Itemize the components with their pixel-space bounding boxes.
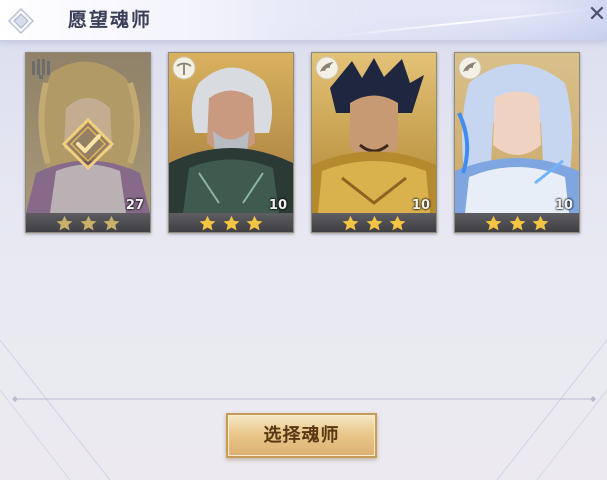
star-icon (389, 215, 406, 231)
star-rating (56, 214, 120, 232)
soul-master-card-list: 27 10 10 10 (0, 0, 607, 240)
soul-master-card-3[interactable]: 10 (311, 52, 437, 233)
lock-bars-icon (32, 59, 50, 79)
star-icon (80, 215, 96, 231)
star-icon (509, 215, 525, 231)
star-icon (56, 215, 73, 231)
corner-decoration (0, 339, 111, 480)
star-rating (485, 214, 549, 232)
star-icon (366, 215, 382, 231)
level-label: 10 (411, 198, 430, 213)
star-icon (103, 215, 120, 231)
star-icon (485, 215, 502, 231)
soul-master-card-2[interactable]: 10 (168, 52, 294, 233)
staff-icon (172, 56, 196, 80)
level-label: 10 (268, 198, 287, 213)
star-icon (199, 215, 216, 231)
soul-master-card-1[interactable]: 27 (25, 52, 151, 233)
selected-checkmark-icon (62, 118, 114, 170)
star-rating (199, 214, 263, 232)
corner-decoration (496, 339, 607, 480)
level-label: 27 (125, 198, 144, 213)
level-label: 10 (554, 198, 573, 213)
star-icon (246, 215, 263, 231)
star-icon (342, 215, 359, 231)
soul-master-card-4[interactable]: 10 (454, 52, 580, 233)
star-rating (342, 214, 406, 232)
star-icon (532, 215, 549, 231)
select-soul-master-button[interactable]: 选择魂师 (226, 413, 377, 458)
star-icon (223, 215, 239, 231)
wing-icon (315, 56, 339, 80)
divider-line (12, 396, 596, 402)
wing-icon (458, 56, 482, 80)
